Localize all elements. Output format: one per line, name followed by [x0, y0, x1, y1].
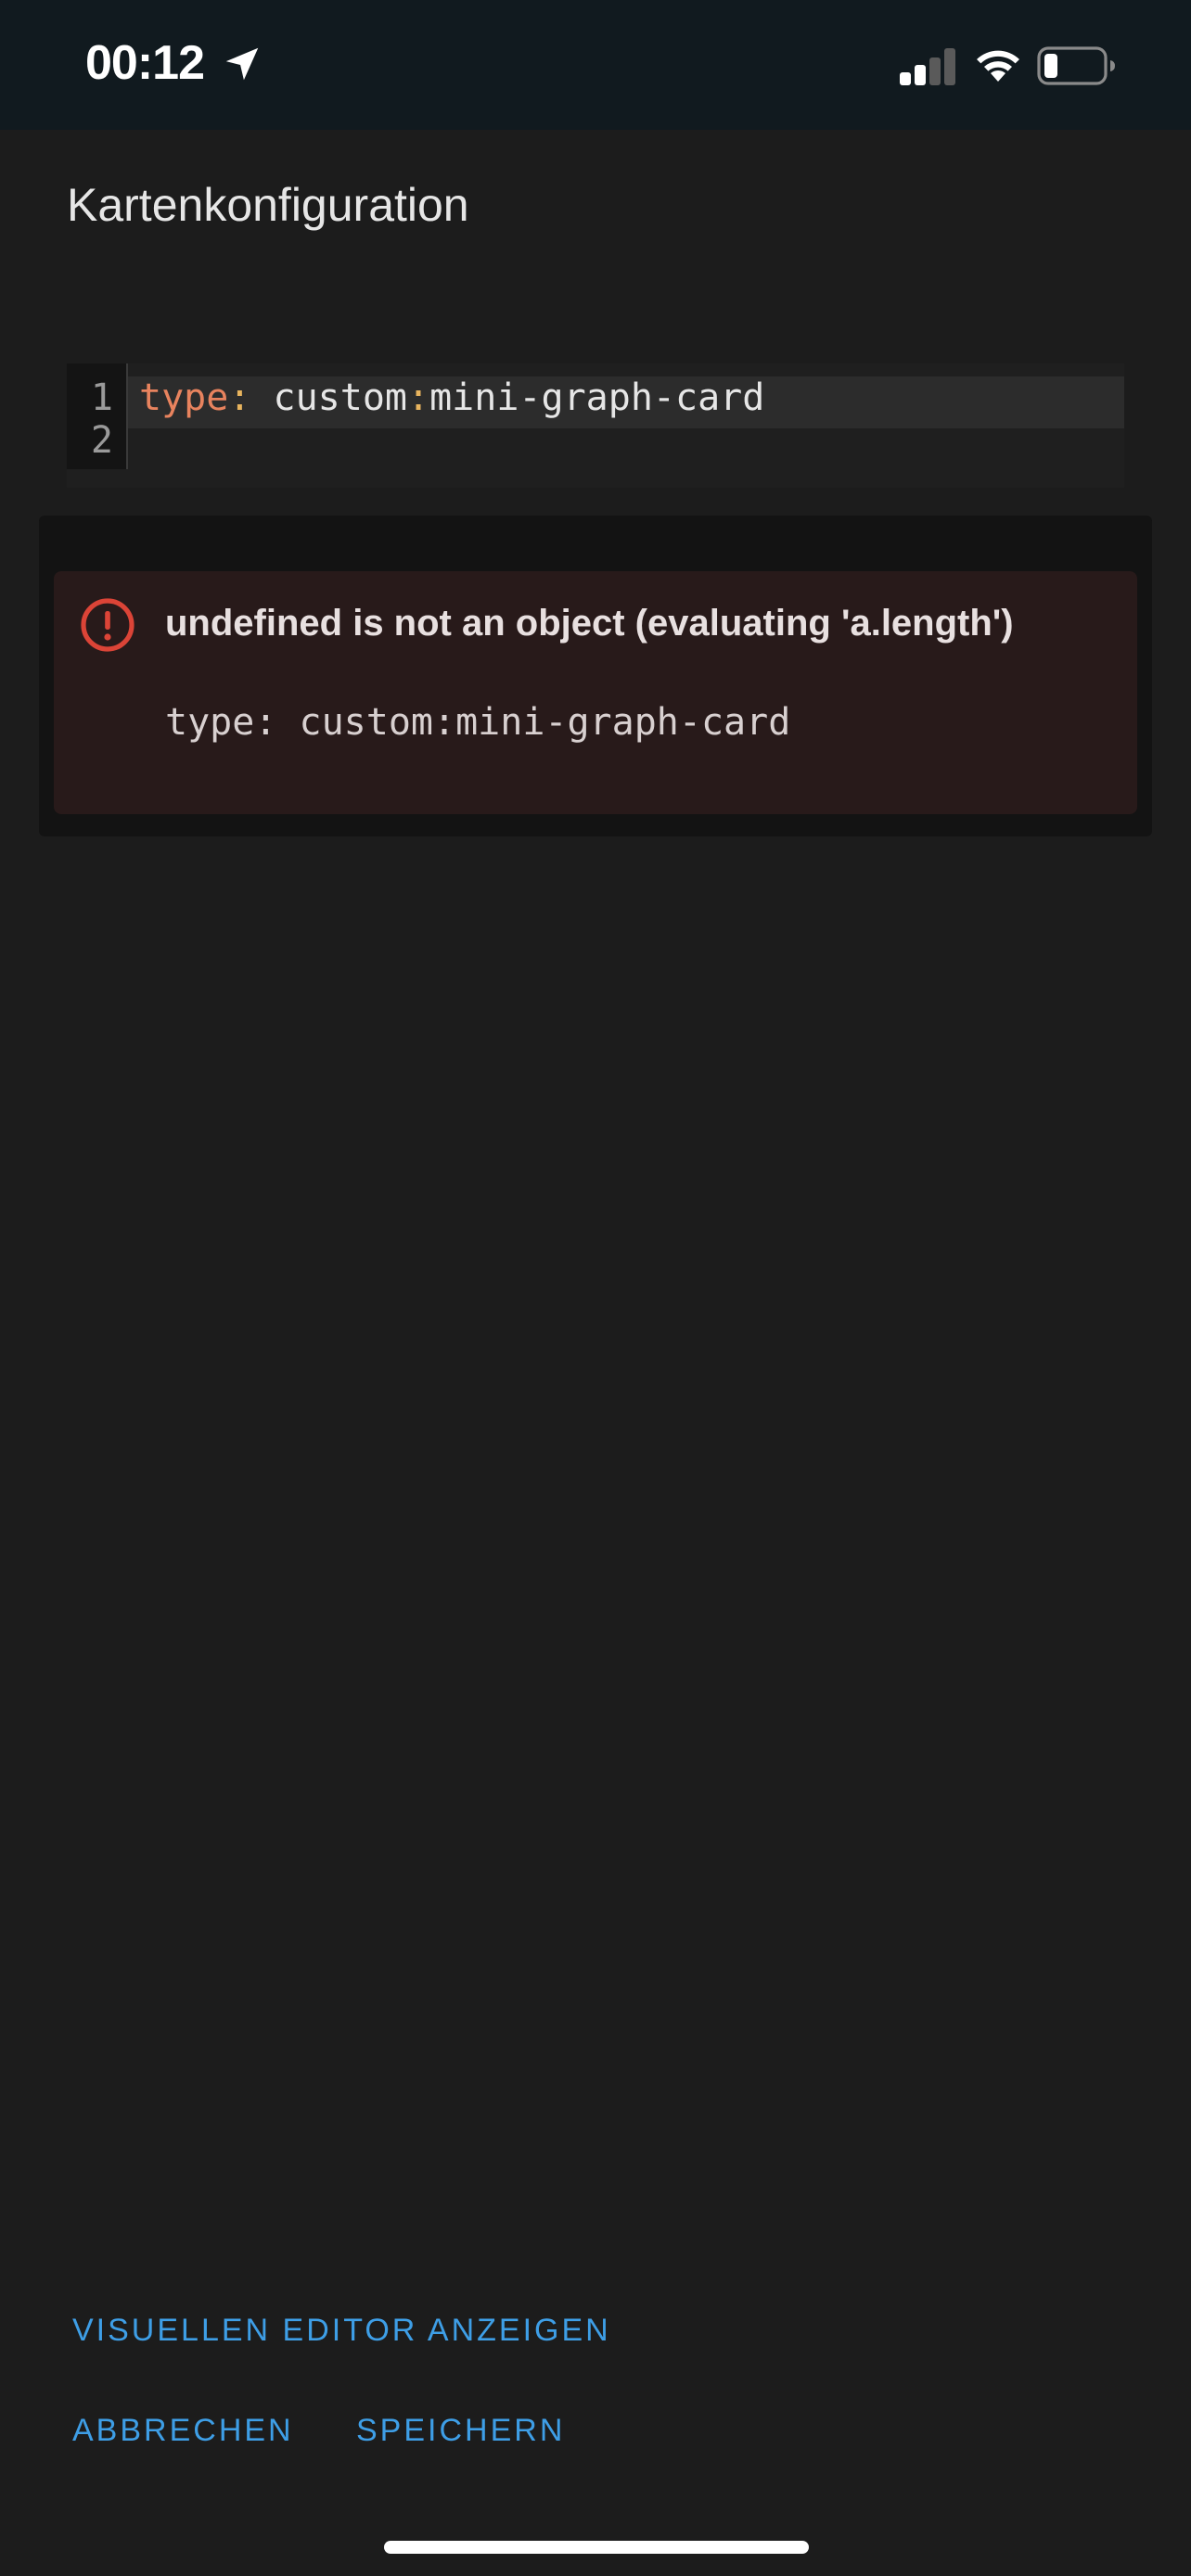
alert-circle-icon	[81, 598, 134, 652]
error-yaml-snippet: type: custom:mini-graph-card	[165, 701, 791, 744]
yaml-value-suffix: mini-graph-card	[429, 376, 765, 419]
status-time: 00:12	[85, 36, 205, 90]
status-bar: 00:12	[0, 0, 1191, 130]
home-indicator[interactable]	[384, 2541, 809, 2554]
yaml-value-prefix: custom	[250, 376, 408, 419]
yaml-code-editor[interactable]: 1 2 type: custom:mini-graph-card	[67, 363, 1124, 488]
line-number: 1	[90, 376, 113, 419]
wifi-icon	[977, 50, 1019, 82]
error-message: undefined is not an object (evaluating '…	[165, 603, 1014, 644]
dialog-title: Kartenkonfiguration	[67, 179, 469, 231]
location-arrow-icon	[225, 47, 259, 81]
cellular-signal-icon	[900, 48, 955, 85]
yaml-colon: :	[228, 376, 251, 419]
line-number-gutter: 1 2	[67, 363, 128, 469]
yaml-value-colon: :	[407, 376, 430, 419]
show-visual-editor-button[interactable]: VISUELLEN EDITOR ANZEIGEN	[72, 2313, 611, 2349]
line-number: 2	[90, 419, 113, 462]
yaml-key: type	[139, 376, 229, 419]
save-button[interactable]: SPEICHERN	[356, 2413, 565, 2449]
battery-icon	[1037, 46, 1115, 85]
code-line[interactable]: type: custom:mini-graph-card	[139, 376, 764, 419]
cancel-button[interactable]: ABBRECHEN	[72, 2413, 294, 2449]
